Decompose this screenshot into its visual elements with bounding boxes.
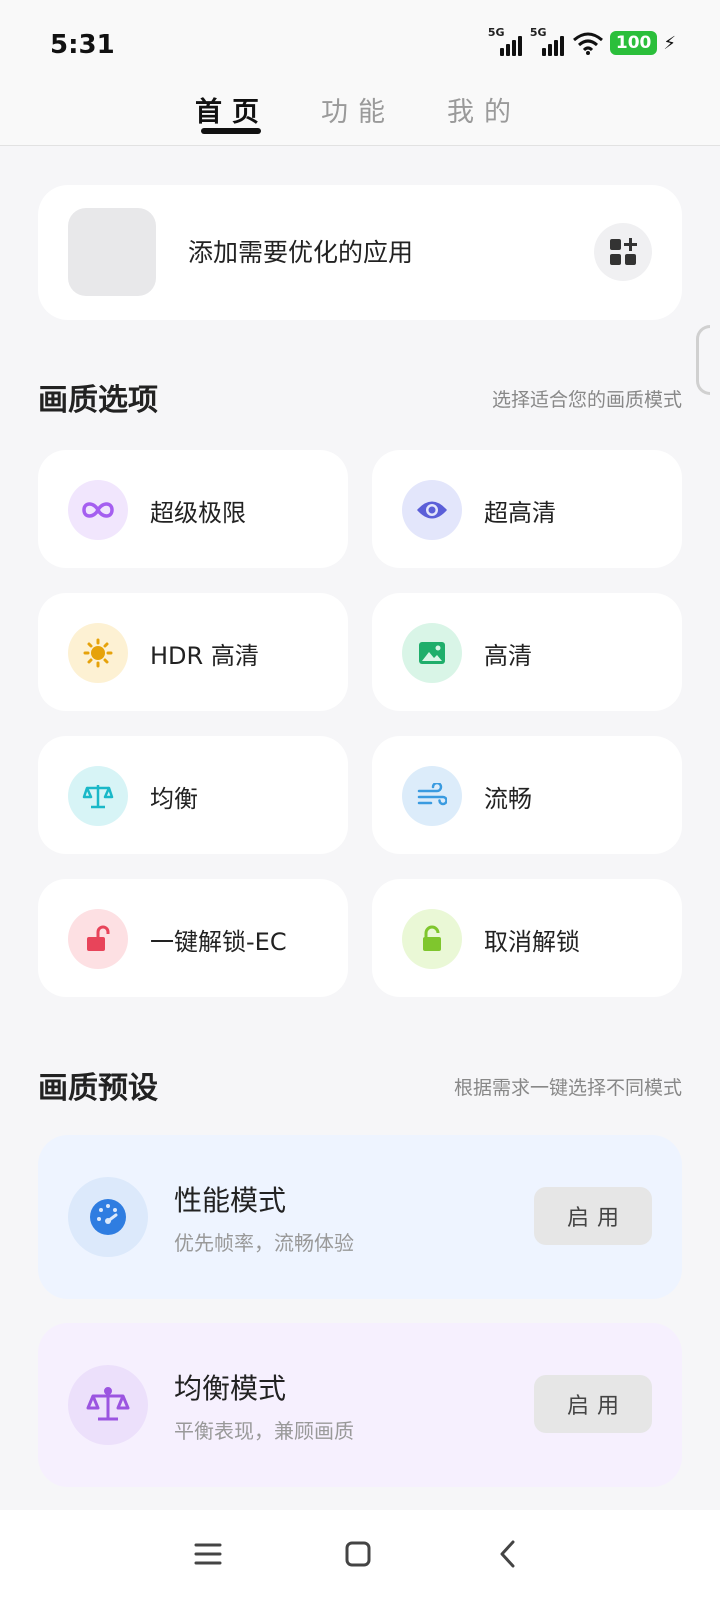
top-tab-bar: 首页 功能 我的 [0,90,720,146]
option-hdr-hd[interactable]: HDR 高清 [38,593,348,711]
preset-title: 均衡模式 [174,1372,287,1405]
preset-balanced[interactable]: 均衡模式 平衡表现，兼顾画质 启用 [38,1323,682,1487]
sim2-label: 5G [529,26,547,39]
status-icons: 5G 5G 100 ⚡ [488,26,676,56]
preset-description: 平衡表现，兼顾画质 [174,1419,354,1443]
section-title-presets: 画质预设 [38,1071,158,1106]
enable-button[interactable]: 启用 [534,1187,652,1245]
status-time: 5:31 [50,30,115,60]
option-label: 流畅 [484,785,532,813]
app-placeholder [68,208,156,296]
sun-icon [68,623,128,683]
scale-icon [68,766,128,826]
add-app-card[interactable]: 添加需要优化的应用 [38,185,682,320]
section-subtitle-presets: 根据需求一键选择不同模式 [453,1077,682,1099]
option-label: HDR 高清 [150,642,259,670]
add-app-button[interactable] [594,223,652,281]
option-ultra-hd[interactable]: 超高清 [372,450,682,568]
add-app-text: 添加需要优化的应用 [188,238,414,267]
option-super-extreme[interactable]: 超级极限 [38,450,348,568]
charging-icon: ⚡ [663,32,676,54]
wifi-icon [572,32,603,55]
home-square-icon [345,1541,371,1567]
back-button[interactable] [486,1532,530,1576]
menu-icon [194,1543,222,1565]
option-hd[interactable]: 高清 [372,593,682,711]
edge-handle[interactable] [696,325,710,395]
speedometer-icon [68,1177,148,1257]
section-subtitle-quality: 选择适合您的画质模式 [491,389,682,411]
infinity-icon [68,480,128,540]
tab-indicator [201,128,261,134]
wind-icon [402,766,462,826]
enable-button[interactable]: 启用 [534,1375,652,1433]
option-unlock-ec[interactable]: 一键解锁-EC [38,879,348,997]
back-chevron-icon [500,1540,515,1568]
option-smooth[interactable]: 流畅 [372,736,682,854]
lock-open-icon [402,909,462,969]
preset-performance[interactable]: 性能模式 优先帧率，流畅体验 启用 [38,1135,682,1299]
image-icon [402,623,462,683]
option-label: 均衡 [150,785,198,813]
option-cancel-unlock[interactable]: 取消解锁 [372,879,682,997]
section-title-quality: 画质选项 [38,383,158,418]
unlock-icon [68,909,128,969]
sim1-label: 5G [487,26,505,39]
battery-icon: 100 [609,31,658,55]
tab-home[interactable]: 首页 [195,90,269,129]
preset-description: 优先帧率，流畅体验 [174,1231,354,1255]
option-label: 取消解锁 [484,928,580,956]
menu-button[interactable] [186,1532,230,1576]
option-balanced[interactable]: 均衡 [38,736,348,854]
signal-icon: 5G [488,26,524,56]
tab-mine[interactable]: 我的 [447,90,521,129]
system-nav-bar [0,1510,720,1600]
preset-title: 性能模式 [174,1184,287,1217]
option-label: 超高清 [484,499,556,527]
apps-add-icon [610,238,637,265]
option-label: 超级极限 [150,499,246,527]
home-button[interactable] [336,1532,380,1576]
option-label: 一键解锁-EC [150,928,287,956]
tab-features[interactable]: 功能 [321,90,395,129]
scale-icon [68,1365,148,1445]
signal-icon: 5G [530,26,566,56]
option-label: 高清 [484,642,532,670]
eye-icon [402,480,462,540]
status-bar: 5:31 5G 5G 100 ⚡ [0,0,720,90]
